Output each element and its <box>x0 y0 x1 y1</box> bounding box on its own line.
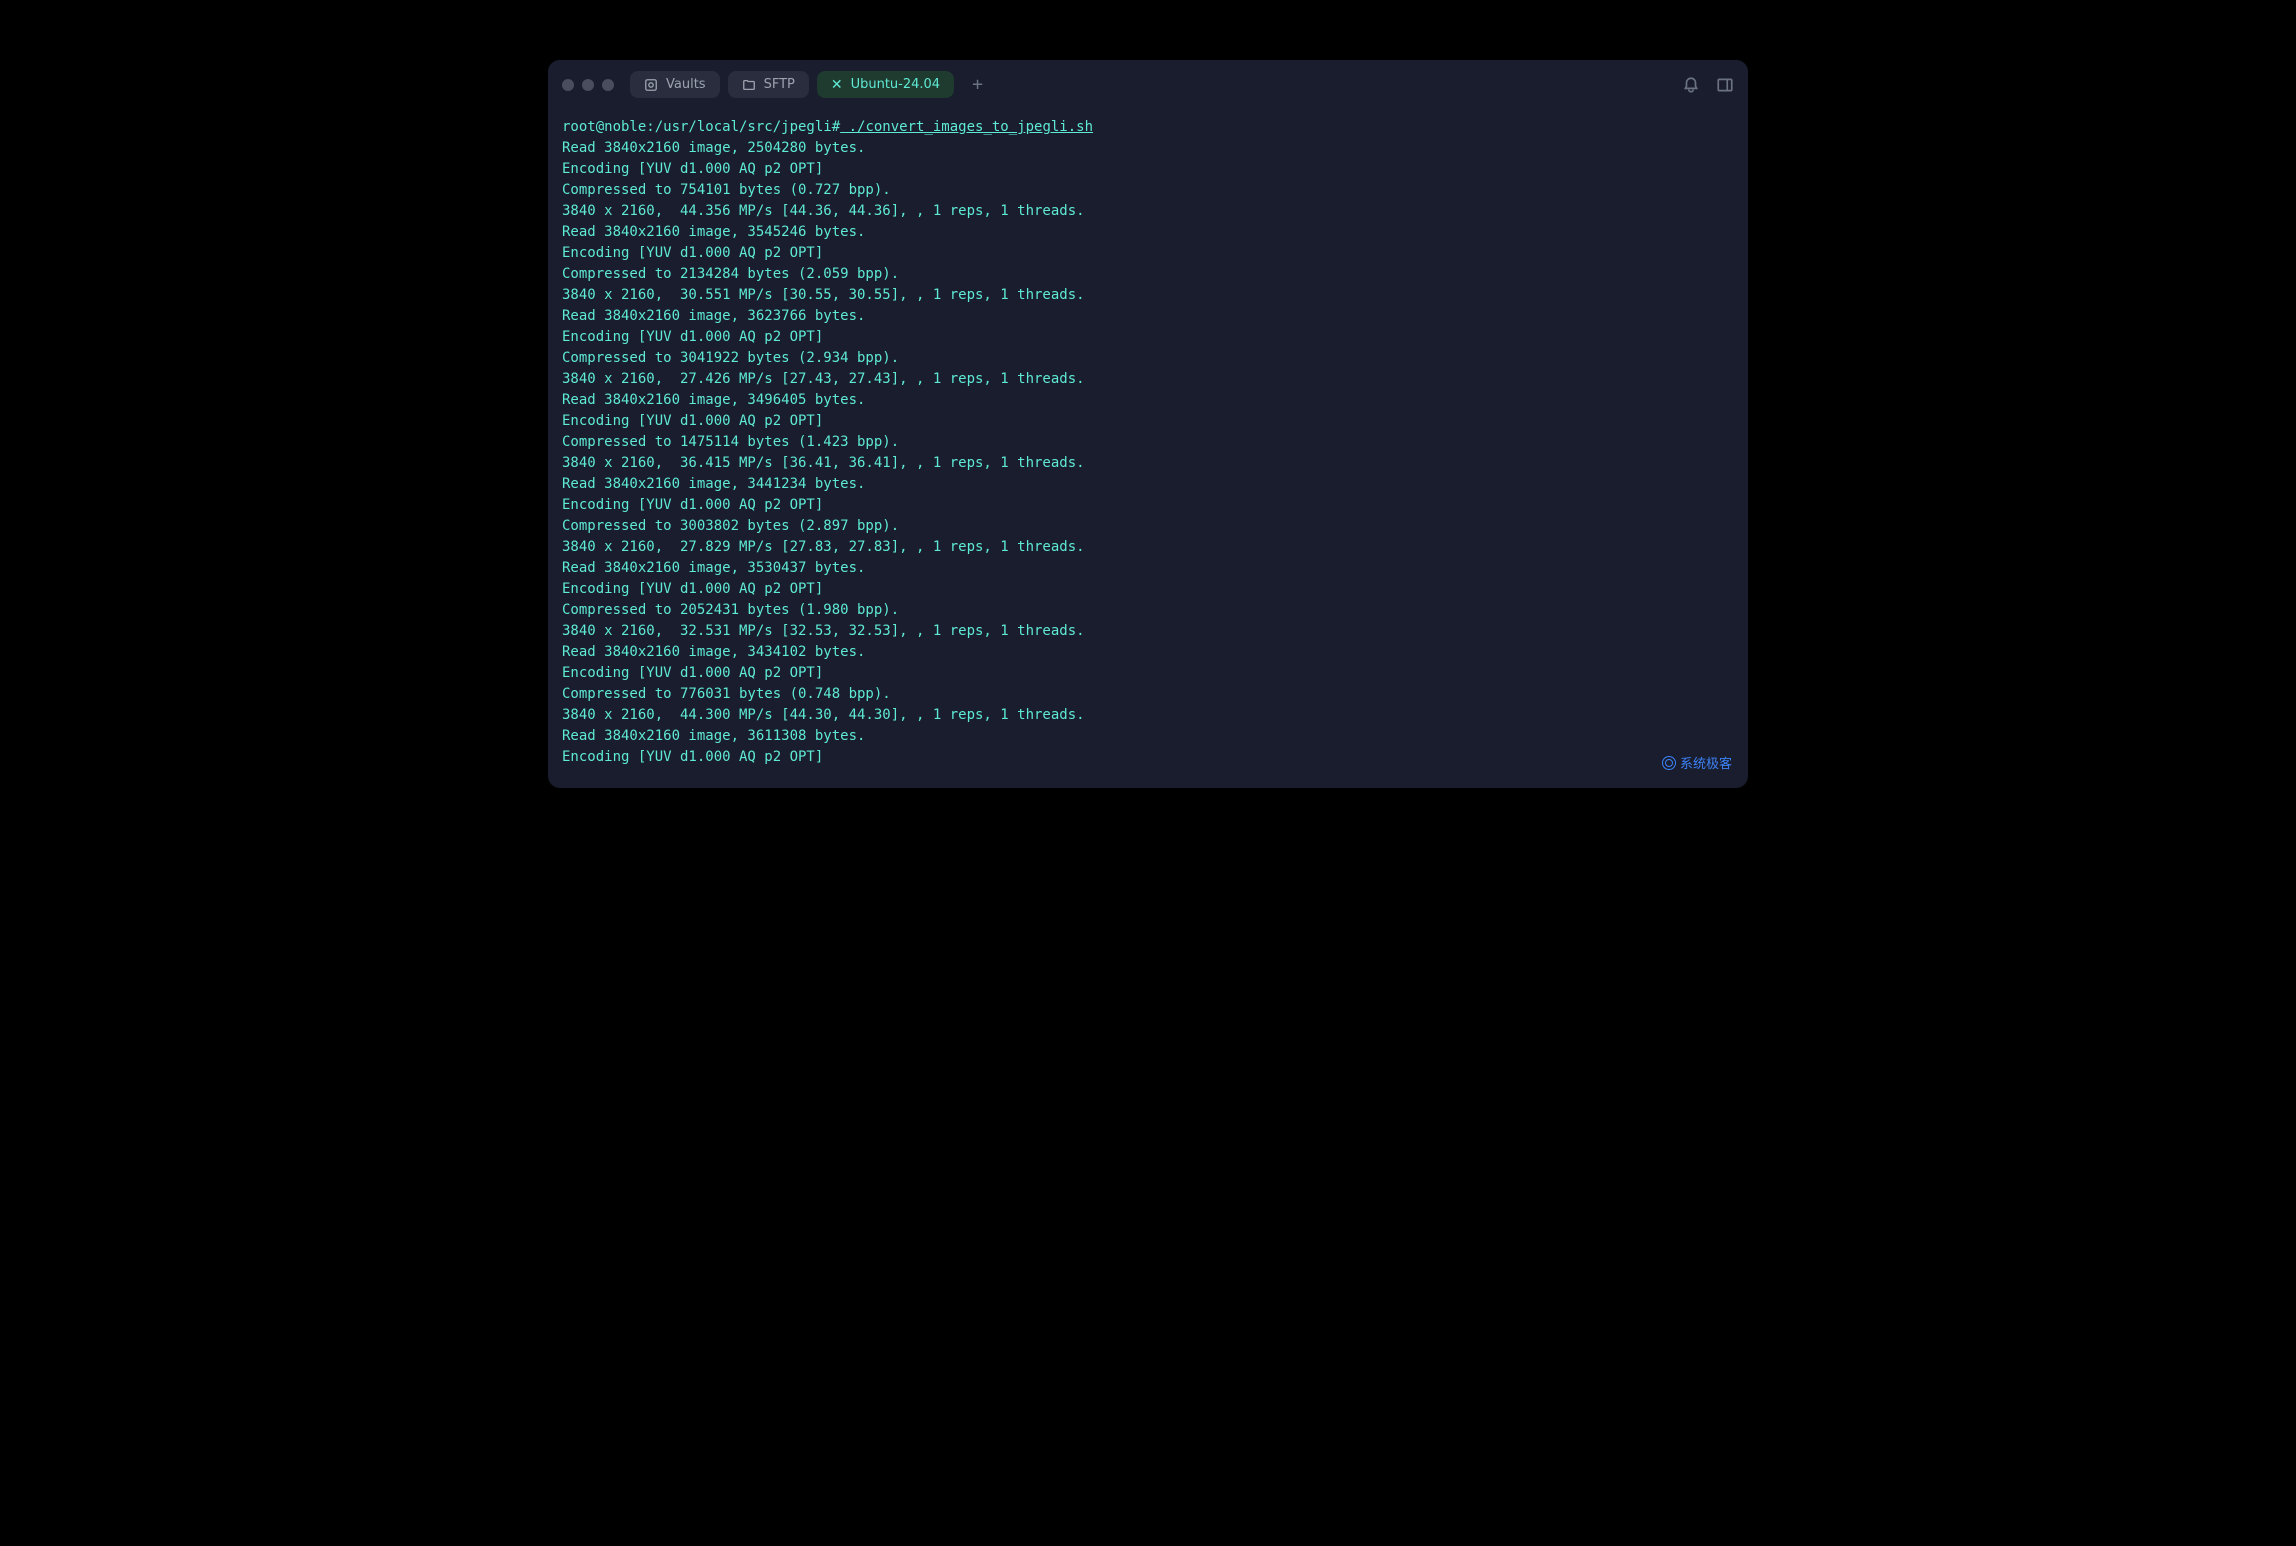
output-line: Read 3840x2160 image, 3496405 bytes. <box>562 390 1734 411</box>
minimize-button[interactable] <box>582 79 594 91</box>
watermark-text: 系统极客 <box>1680 753 1732 772</box>
bell-icon[interactable] <box>1682 76 1700 94</box>
close-icon[interactable]: ✕ <box>831 78 843 92</box>
output-line: Encoding [YUV d1.000 AQ p2 OPT] <box>562 411 1734 432</box>
output-line: 3840 x 2160, 36.415 MP/s [36.41, 36.41],… <box>562 453 1734 474</box>
output-line: Read 3840x2160 image, 3530437 bytes. <box>562 558 1734 579</box>
watermark: 系统极客 <box>1662 753 1732 772</box>
title-bar: Vaults SFTP ✕ Ubuntu-24.04 + <box>548 60 1748 109</box>
tab-sftp[interactable]: SFTP <box>728 71 809 98</box>
output-line: Compressed to 3003802 bytes (2.897 bpp). <box>562 516 1734 537</box>
output-line: 3840 x 2160, 27.426 MP/s [27.43, 27.43],… <box>562 369 1734 390</box>
output-container: Read 3840x2160 image, 2504280 bytes.Enco… <box>562 138 1734 768</box>
output-line: Compressed to 754101 bytes (0.727 bpp). <box>562 180 1734 201</box>
terminal-window: Vaults SFTP ✕ Ubuntu-24.04 + <box>548 60 1748 788</box>
tab-ubuntu[interactable]: ✕ Ubuntu-24.04 <box>817 71 954 98</box>
output-line: Compressed to 776031 bytes (0.748 bpp). <box>562 684 1734 705</box>
close-button[interactable] <box>562 79 574 91</box>
terminal-content[interactable]: root@noble:/usr/local/src/jpegli# ./conv… <box>548 109 1748 788</box>
output-line: Read 3840x2160 image, 3623766 bytes. <box>562 306 1734 327</box>
output-line: 3840 x 2160, 44.356 MP/s [44.36, 44.36],… <box>562 201 1734 222</box>
output-line: Compressed to 2134284 bytes (2.059 bpp). <box>562 264 1734 285</box>
add-tab-button[interactable]: + <box>962 70 993 99</box>
tab-vaults[interactable]: Vaults <box>630 71 720 98</box>
output-line: 3840 x 2160, 44.300 MP/s [44.30, 44.30],… <box>562 705 1734 726</box>
output-line: Read 3840x2160 image, 3434102 bytes. <box>562 642 1734 663</box>
output-line: Read 3840x2160 image, 3441234 bytes. <box>562 474 1734 495</box>
output-line: Read 3840x2160 image, 3611308 bytes. <box>562 726 1734 747</box>
prompt-line: root@noble:/usr/local/src/jpegli# ./conv… <box>562 117 1734 138</box>
output-line: Encoding [YUV d1.000 AQ p2 OPT] <box>562 495 1734 516</box>
vault-icon <box>644 78 658 92</box>
shell-prompt: root@noble:/usr/local/src/jpegli# <box>562 119 840 135</box>
output-line: 3840 x 2160, 32.531 MP/s [32.53, 32.53],… <box>562 621 1734 642</box>
output-line: Encoding [YUV d1.000 AQ p2 OPT] <box>562 327 1734 348</box>
output-line: Read 3840x2160 image, 2504280 bytes. <box>562 138 1734 159</box>
tab-label: Vaults <box>666 77 706 92</box>
output-line: Encoding [YUV d1.000 AQ p2 OPT] <box>562 579 1734 600</box>
output-line: Encoding [YUV d1.000 AQ p2 OPT] <box>562 747 1734 768</box>
window-controls <box>562 79 614 91</box>
command-text: ./convert_images_to_jpegli.sh <box>840 119 1093 135</box>
title-bar-actions <box>1682 76 1734 94</box>
output-line: 3840 x 2160, 27.829 MP/s [27.83, 27.83],… <box>562 537 1734 558</box>
output-line: Encoding [YUV d1.000 AQ p2 OPT] <box>562 159 1734 180</box>
watermark-icon <box>1662 756 1676 770</box>
tab-label: Ubuntu-24.04 <box>851 77 941 92</box>
panel-icon[interactable] <box>1716 76 1734 94</box>
output-line: Compressed to 3041922 bytes (2.934 bpp). <box>562 348 1734 369</box>
output-line: Compressed to 2052431 bytes (1.980 bpp). <box>562 600 1734 621</box>
output-line: Encoding [YUV d1.000 AQ p2 OPT] <box>562 663 1734 684</box>
output-line: Encoding [YUV d1.000 AQ p2 OPT] <box>562 243 1734 264</box>
output-line: Read 3840x2160 image, 3545246 bytes. <box>562 222 1734 243</box>
output-line: Compressed to 1475114 bytes (1.423 bpp). <box>562 432 1734 453</box>
output-line: 3840 x 2160, 30.551 MP/s [30.55, 30.55],… <box>562 285 1734 306</box>
maximize-button[interactable] <box>602 79 614 91</box>
tab-label: SFTP <box>764 77 795 92</box>
folder-icon <box>742 78 756 92</box>
